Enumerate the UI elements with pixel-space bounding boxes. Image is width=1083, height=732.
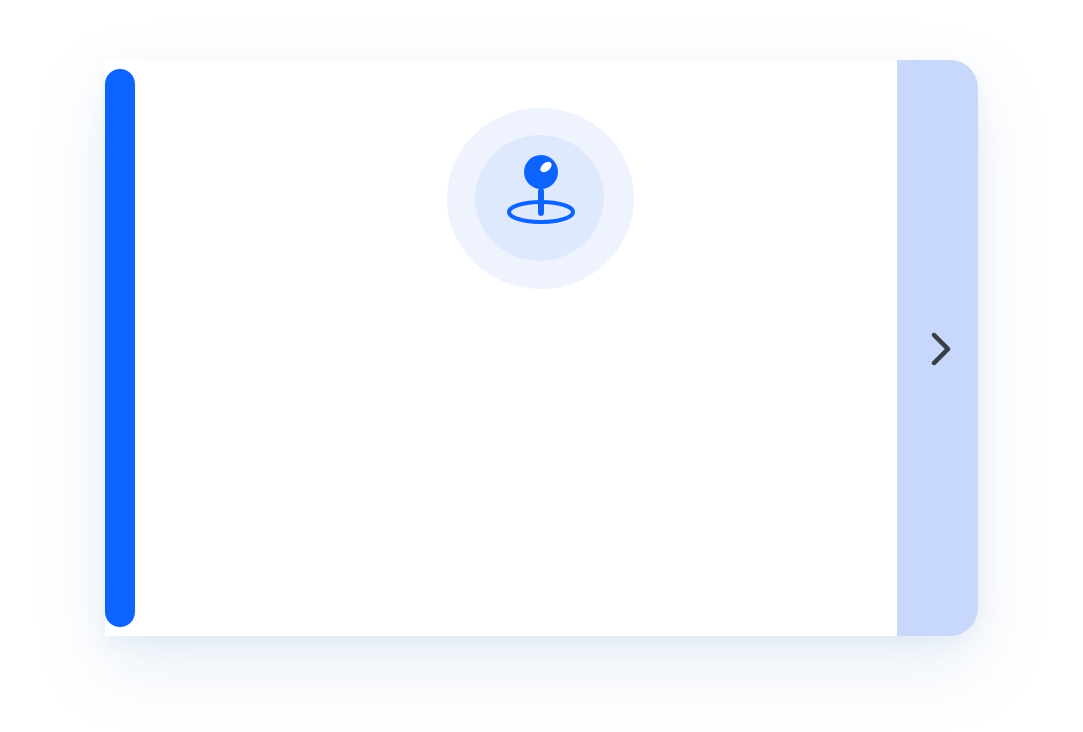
chevron-right-icon: [931, 332, 951, 366]
accent-bar: [105, 69, 135, 627]
map-pin-icon: [507, 155, 575, 224]
next-button[interactable]: [897, 60, 978, 636]
stage: [0, 0, 1083, 732]
